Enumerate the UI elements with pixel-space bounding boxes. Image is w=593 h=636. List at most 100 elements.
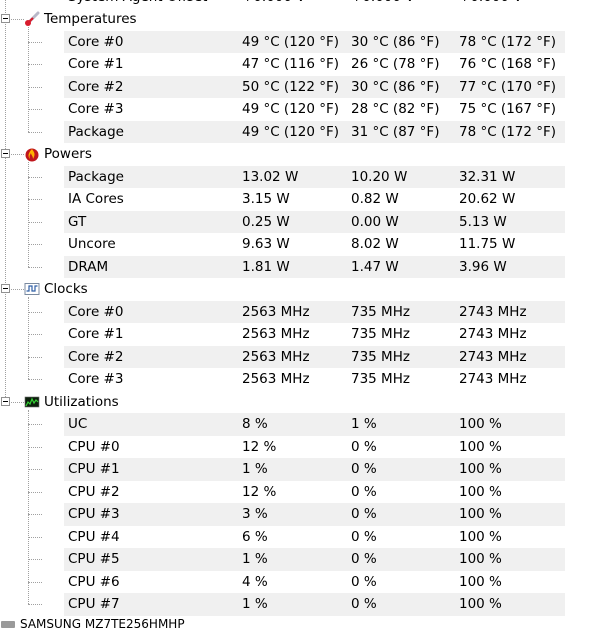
sensor-row[interactable]: CPU #0 12 % 0 % 100 %	[0, 436, 593, 459]
sensor-row[interactable]: Core #3 49 °C (120 °F) 28 °C (82 °F) 75 °C …	[0, 98, 593, 121]
sensor-row[interactable]: Core #2 2563 MHz 735 MHz 2743 MHz	[0, 345, 593, 368]
tree-group-clocks[interactable]: Clocks	[0, 278, 593, 301]
tree-connector	[28, 446, 42, 448]
sensor-value: 1 %	[242, 551, 268, 567]
sensor-min: 8.02 W	[351, 236, 399, 252]
collapse-toggle[interactable]	[1, 284, 10, 293]
sensor-row[interactable]: Package 49 °C (120 °F) 31 °C (87 °F) 78 °C …	[0, 120, 593, 143]
sensor-name: Core #3	[68, 101, 124, 117]
sensor-min: 735 MHz	[351, 371, 410, 387]
tree-connector	[11, 19, 24, 20]
sensor-min: 0 %	[351, 506, 377, 522]
sensor-value: 0.25 W	[242, 213, 290, 230]
sensor-min: 31 °C (87 °F)	[351, 123, 440, 140]
sensor-row[interactable]: IA Cores 3.15 W 0.82 W 20.62 W	[0, 188, 593, 211]
sensor-row[interactable]: CPU #2 12 % 0 % 100 %	[0, 481, 593, 504]
sensor-min: 30 °C (86 °F)	[351, 78, 440, 95]
tree-connector	[28, 424, 42, 425]
thermometer-icon	[25, 11, 40, 26]
sensor-value: 49 °C (120 °F)	[242, 33, 340, 50]
sensor-value: 4 %	[242, 573, 268, 590]
sensor-row[interactable]: DRAM 1.81 W 1.47 W 3.96 W	[0, 255, 593, 278]
sensor-min: 30 °C (86 °F)	[351, 33, 440, 50]
sensor-max: 32.31 W	[459, 168, 516, 185]
sensor-value: 3.15 W	[242, 191, 290, 207]
sensor-value: 47 °C (116 °F)	[242, 56, 340, 72]
sensor-row[interactable]: Core #0 49 °C (120 °F) 30 °C (86 °F) 78 °C …	[0, 30, 593, 53]
sensor-name: Core #1	[68, 56, 124, 72]
tree-connector	[28, 559, 42, 560]
sensor-name: Package	[68, 123, 124, 140]
sensor-name: Uncore	[68, 236, 116, 252]
sensor-max: 100 %	[459, 573, 502, 590]
tree-connector	[28, 581, 42, 583]
group-label: Utilizations	[44, 393, 119, 410]
collapse-toggle[interactable]	[1, 14, 10, 23]
sensor-min: 26 °C (78 °F)	[351, 56, 440, 72]
sensor-row[interactable]: CPU #1 1 % 0 % 100 %	[0, 458, 593, 481]
tree-connector	[28, 41, 42, 43]
group-label: Powers	[44, 146, 92, 162]
sensor-max: 100 %	[459, 528, 502, 545]
sensor-value: 50 °C (122 °F)	[242, 78, 340, 95]
sensor-max: 78 °C (172 °F)	[459, 123, 557, 140]
sensor-max: 100 %	[459, 483, 502, 500]
collapse-toggle[interactable]	[1, 149, 10, 158]
sensor-value: 1 %	[242, 461, 268, 477]
sensor-row[interactable]: CPU #6 4 % 0 % 100 %	[0, 571, 593, 594]
sensor-row[interactable]: Core #3 2563 MHz 735 MHz 2743 MHz	[0, 368, 593, 391]
sensor-tree[interactable]: System Agent Offset +0.000 V +0.000 V +0…	[0, 0, 593, 623]
sensor-min: 0 %	[351, 528, 377, 545]
sensor-name: CPU #2	[68, 483, 120, 500]
sensor-name: IA Cores	[68, 191, 124, 207]
sensor-min: 735 MHz	[351, 348, 410, 365]
collapse-toggle[interactable]	[1, 396, 10, 406]
tree-connector	[28, 334, 42, 335]
tree-connector	[28, 514, 42, 515]
tree-group-temperatures[interactable]: Temperatures	[0, 8, 593, 31]
sensor-max: 100 %	[459, 438, 502, 455]
tree-connector	[28, 131, 42, 133]
sensor-min: 0 %	[351, 551, 377, 567]
sensor-value: 1.81 W	[242, 258, 290, 275]
tree-group-powers[interactable]: Powers	[0, 143, 593, 166]
tree-group-utilizations[interactable]: Utilizations	[0, 391, 593, 414]
tree-connector	[28, 356, 42, 358]
sensor-row[interactable]: CPU #4 6 % 0 % 100 %	[0, 526, 593, 549]
sensor-row[interactable]: Core #0 2563 MHz 735 MHz 2743 MHz	[0, 300, 593, 323]
sensor-min: 1.47 W	[351, 258, 399, 275]
tree-branch-line	[28, 27, 29, 132]
sensor-row[interactable]: Core #1 2563 MHz 735 MHz 2743 MHz	[0, 323, 593, 346]
sensor-max: 5.13 W	[459, 213, 507, 230]
sensor-min: 28 °C (82 °F)	[351, 101, 440, 117]
sensor-min: 1 %	[351, 416, 377, 432]
sensor-value: 2563 MHz	[242, 348, 310, 365]
sensor-row[interactable]: UC 8 % 1 % 100 %	[0, 413, 593, 436]
group-label: Clocks	[44, 281, 88, 297]
sensor-row[interactable]: CPU #3 3 % 0 % 100 %	[0, 503, 593, 526]
sensor-name: CPU #3	[68, 506, 120, 522]
tree-branch-line	[28, 409, 29, 605]
sensor-row[interactable]: Package 13.02 W 10.20 W 32.31 W	[0, 165, 593, 188]
tree-connector	[28, 604, 42, 605]
sensor-value: 12 %	[242, 483, 277, 500]
sensor-row[interactable]: Core #1 47 °C (116 °F) 26 °C (78 °F) 76 °C …	[0, 53, 593, 76]
sensor-value: 2563 MHz	[242, 303, 310, 320]
sensor-max: 20.62 W	[459, 191, 516, 207]
sensor-row[interactable]: Uncore 9.63 W 8.02 W 11.75 W	[0, 233, 593, 256]
sensor-row[interactable]: GT 0.25 W 0.00 W 5.13 W	[0, 210, 593, 233]
sensor-name: Core #3	[68, 371, 124, 387]
sensor-max: 2743 MHz	[459, 303, 527, 320]
sensor-row[interactable]: Core #2 50 °C (122 °F) 30 °C (86 °F) 77 °C …	[0, 75, 593, 98]
sensor-max: 2743 MHz	[459, 348, 527, 365]
sensor-value: 2563 MHz	[242, 326, 310, 342]
sensor-row[interactable]: CPU #5 1 % 0 % 100 %	[0, 548, 593, 571]
sensor-max: 75 °C (167 °F)	[459, 101, 557, 117]
tree-connector	[28, 266, 42, 268]
sensor-value: 13.02 W	[242, 168, 299, 185]
tree-row-partial-bottom[interactable]: SAMSUNG MZ7TE256HMHP	[0, 613, 593, 636]
sensor-name: Core #2	[68, 78, 124, 95]
sensor-min: 735 MHz	[351, 303, 410, 320]
tree-connector	[28, 176, 42, 178]
tree-branch-line	[28, 162, 29, 267]
